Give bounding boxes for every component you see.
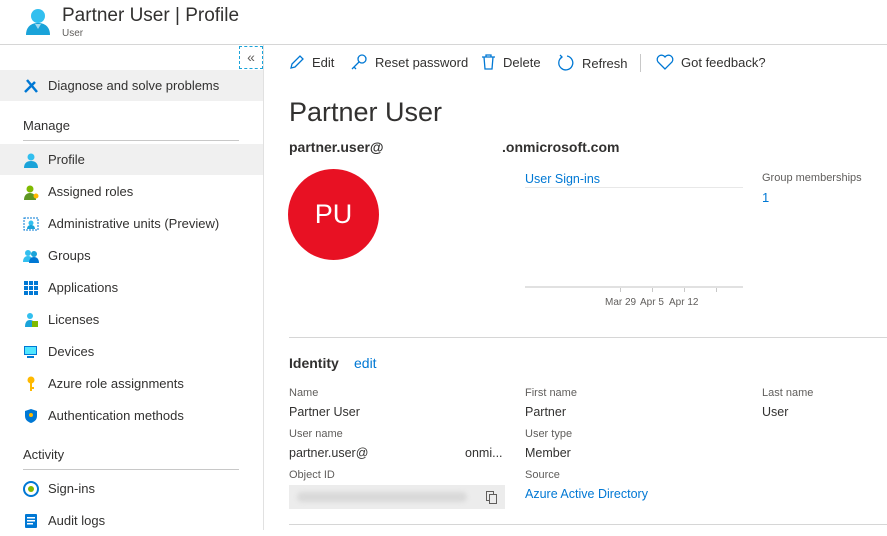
sidebar-item-groups[interactable]: Groups [0, 240, 263, 271]
delete-label: Delete [503, 54, 541, 70]
pencil-icon [290, 55, 304, 69]
divider [289, 524, 887, 525]
user-icon [26, 9, 50, 35]
sidebar-item-label: Audit logs [48, 513, 106, 528]
name-value: Partner User [289, 405, 360, 419]
divider [289, 337, 887, 338]
manage-heading: Manage [23, 118, 70, 133]
audit-logs-icon [23, 513, 39, 529]
sidebar-item-audit-logs[interactable]: Audit logs [0, 505, 263, 536]
edit-label: Edit [312, 54, 335, 70]
sidebar-item-azure-role-assignments[interactable]: Azure role assignments [0, 368, 263, 399]
group-memberships-label: Group memberships [762, 172, 862, 184]
person-icon [23, 152, 39, 168]
user-name-suffix: onmi... [465, 446, 503, 460]
identity-edit-link[interactable]: edit [354, 355, 377, 371]
sidebar-item-assigned-roles[interactable]: Assigned roles [0, 176, 263, 207]
last-name-value: User [762, 405, 789, 419]
sidebar-item-label: Profile [48, 152, 85, 167]
sidebar-item-label: Assigned roles [48, 184, 134, 199]
sidebar-item-applications[interactable]: Applications [0, 272, 263, 303]
chart-tick [716, 288, 717, 292]
user-type-label: User type [525, 428, 573, 440]
sidebar-item-licenses[interactable]: Licenses [0, 304, 263, 335]
refresh-label: Refresh [582, 55, 628, 71]
sidebar-item-label: Diagnose and solve problems [48, 78, 220, 93]
sidebar-item-sign-ins[interactable]: Sign-ins [0, 473, 263, 504]
chart-top-line [525, 187, 743, 188]
shield-icon [23, 408, 39, 424]
identity-heading: Identity [289, 355, 339, 371]
heart-icon [656, 54, 674, 70]
user-name-label: User name [289, 428, 343, 440]
user-display-name: Partner User [289, 97, 443, 127]
page-title: Partner User | Profile [62, 5, 240, 26]
sidebar: « Diagnose and solve problems Manage Pro… [0, 45, 264, 530]
applications-grid-icon [23, 280, 39, 296]
chart-axis [525, 286, 743, 288]
avatar: PU [288, 169, 379, 260]
feedback-label: Got feedback? [681, 54, 766, 70]
sign-ins-icon [23, 480, 39, 497]
object-id-label: Object ID [289, 469, 335, 481]
blurred-object-id [297, 492, 467, 502]
first-name-label: First name [525, 387, 577, 399]
group-memberships-count[interactable]: 1 [762, 190, 769, 205]
blade-header: Partner User | Profile User [0, 0, 887, 45]
object-id-field[interactable] [289, 485, 505, 509]
user-email-suffix: .onmicrosoft.com [502, 139, 620, 155]
toolbar-divider [640, 54, 641, 72]
devices-icon [23, 344, 39, 360]
collapse-sidebar-button[interactable]: « [239, 46, 263, 69]
feedback-button[interactable]: Got feedback? [656, 54, 766, 70]
sidebar-item-authentication-methods[interactable]: Authentication methods [0, 400, 263, 431]
key-icon [351, 54, 367, 70]
user-name-prefix: partner.user@ [289, 446, 369, 460]
reset-password-label: Reset password [375, 54, 469, 70]
trash-icon [482, 54, 495, 70]
sidebar-item-profile[interactable]: Profile [0, 144, 263, 175]
chart-tick [652, 288, 653, 292]
chart-tick [620, 288, 621, 292]
wrench-icon [23, 78, 39, 94]
reset-password-button[interactable]: Reset password [350, 54, 468, 70]
user-signins-link[interactable]: User Sign-ins [525, 172, 600, 186]
sidebar-item-diagnose[interactable]: Diagnose and solve problems [0, 70, 263, 101]
user-email-prefix: partner.user@ [289, 139, 384, 155]
sidebar-item-label: Applications [48, 280, 119, 295]
sidebar-item-label: Authentication methods [48, 408, 184, 423]
licenses-icon [23, 312, 39, 328]
edit-button[interactable]: Edit [289, 54, 334, 70]
source-label: Source [525, 469, 560, 481]
divider [23, 140, 239, 141]
sidebar-item-administrative-units-preview[interactable]: Administrative units (Preview) [0, 208, 263, 239]
assigned-roles-icon [23, 184, 39, 200]
sidebar-item-devices[interactable]: Devices [0, 336, 263, 367]
user-type-value: Member [525, 446, 571, 460]
groups-icon [23, 248, 39, 264]
chart-tick-label: Apr 5 [640, 297, 664, 308]
delete-button[interactable]: Delete [481, 54, 541, 70]
source-link[interactable]: Azure Active Directory [525, 487, 648, 501]
first-name-value: Partner [525, 405, 566, 419]
copy-icon[interactable] [486, 491, 497, 504]
admin-units-icon [23, 216, 39, 232]
sidebar-item-label: Groups [48, 248, 91, 263]
sidebar-item-label: Devices [48, 344, 95, 359]
sidebar-item-label: Licenses [48, 312, 100, 327]
sidebar-item-label: Sign-ins [48, 481, 95, 496]
last-name-label: Last name [762, 387, 814, 399]
refresh-button[interactable]: Refresh [557, 54, 628, 72]
key-icon [23, 376, 39, 392]
chart-tick-label: Apr 12 [669, 297, 699, 308]
sidebar-item-label: Administrative units (Preview) [48, 216, 220, 231]
activity-heading: Activity [23, 447, 65, 462]
divider [23, 469, 239, 470]
refresh-icon [558, 54, 574, 71]
name-label: Name [289, 387, 319, 399]
chart-tick-label: Mar 29 [605, 297, 637, 308]
page-subtitle: User [62, 28, 84, 39]
sidebar-item-label: Azure role assignments [48, 376, 184, 391]
chart-tick [684, 288, 685, 292]
